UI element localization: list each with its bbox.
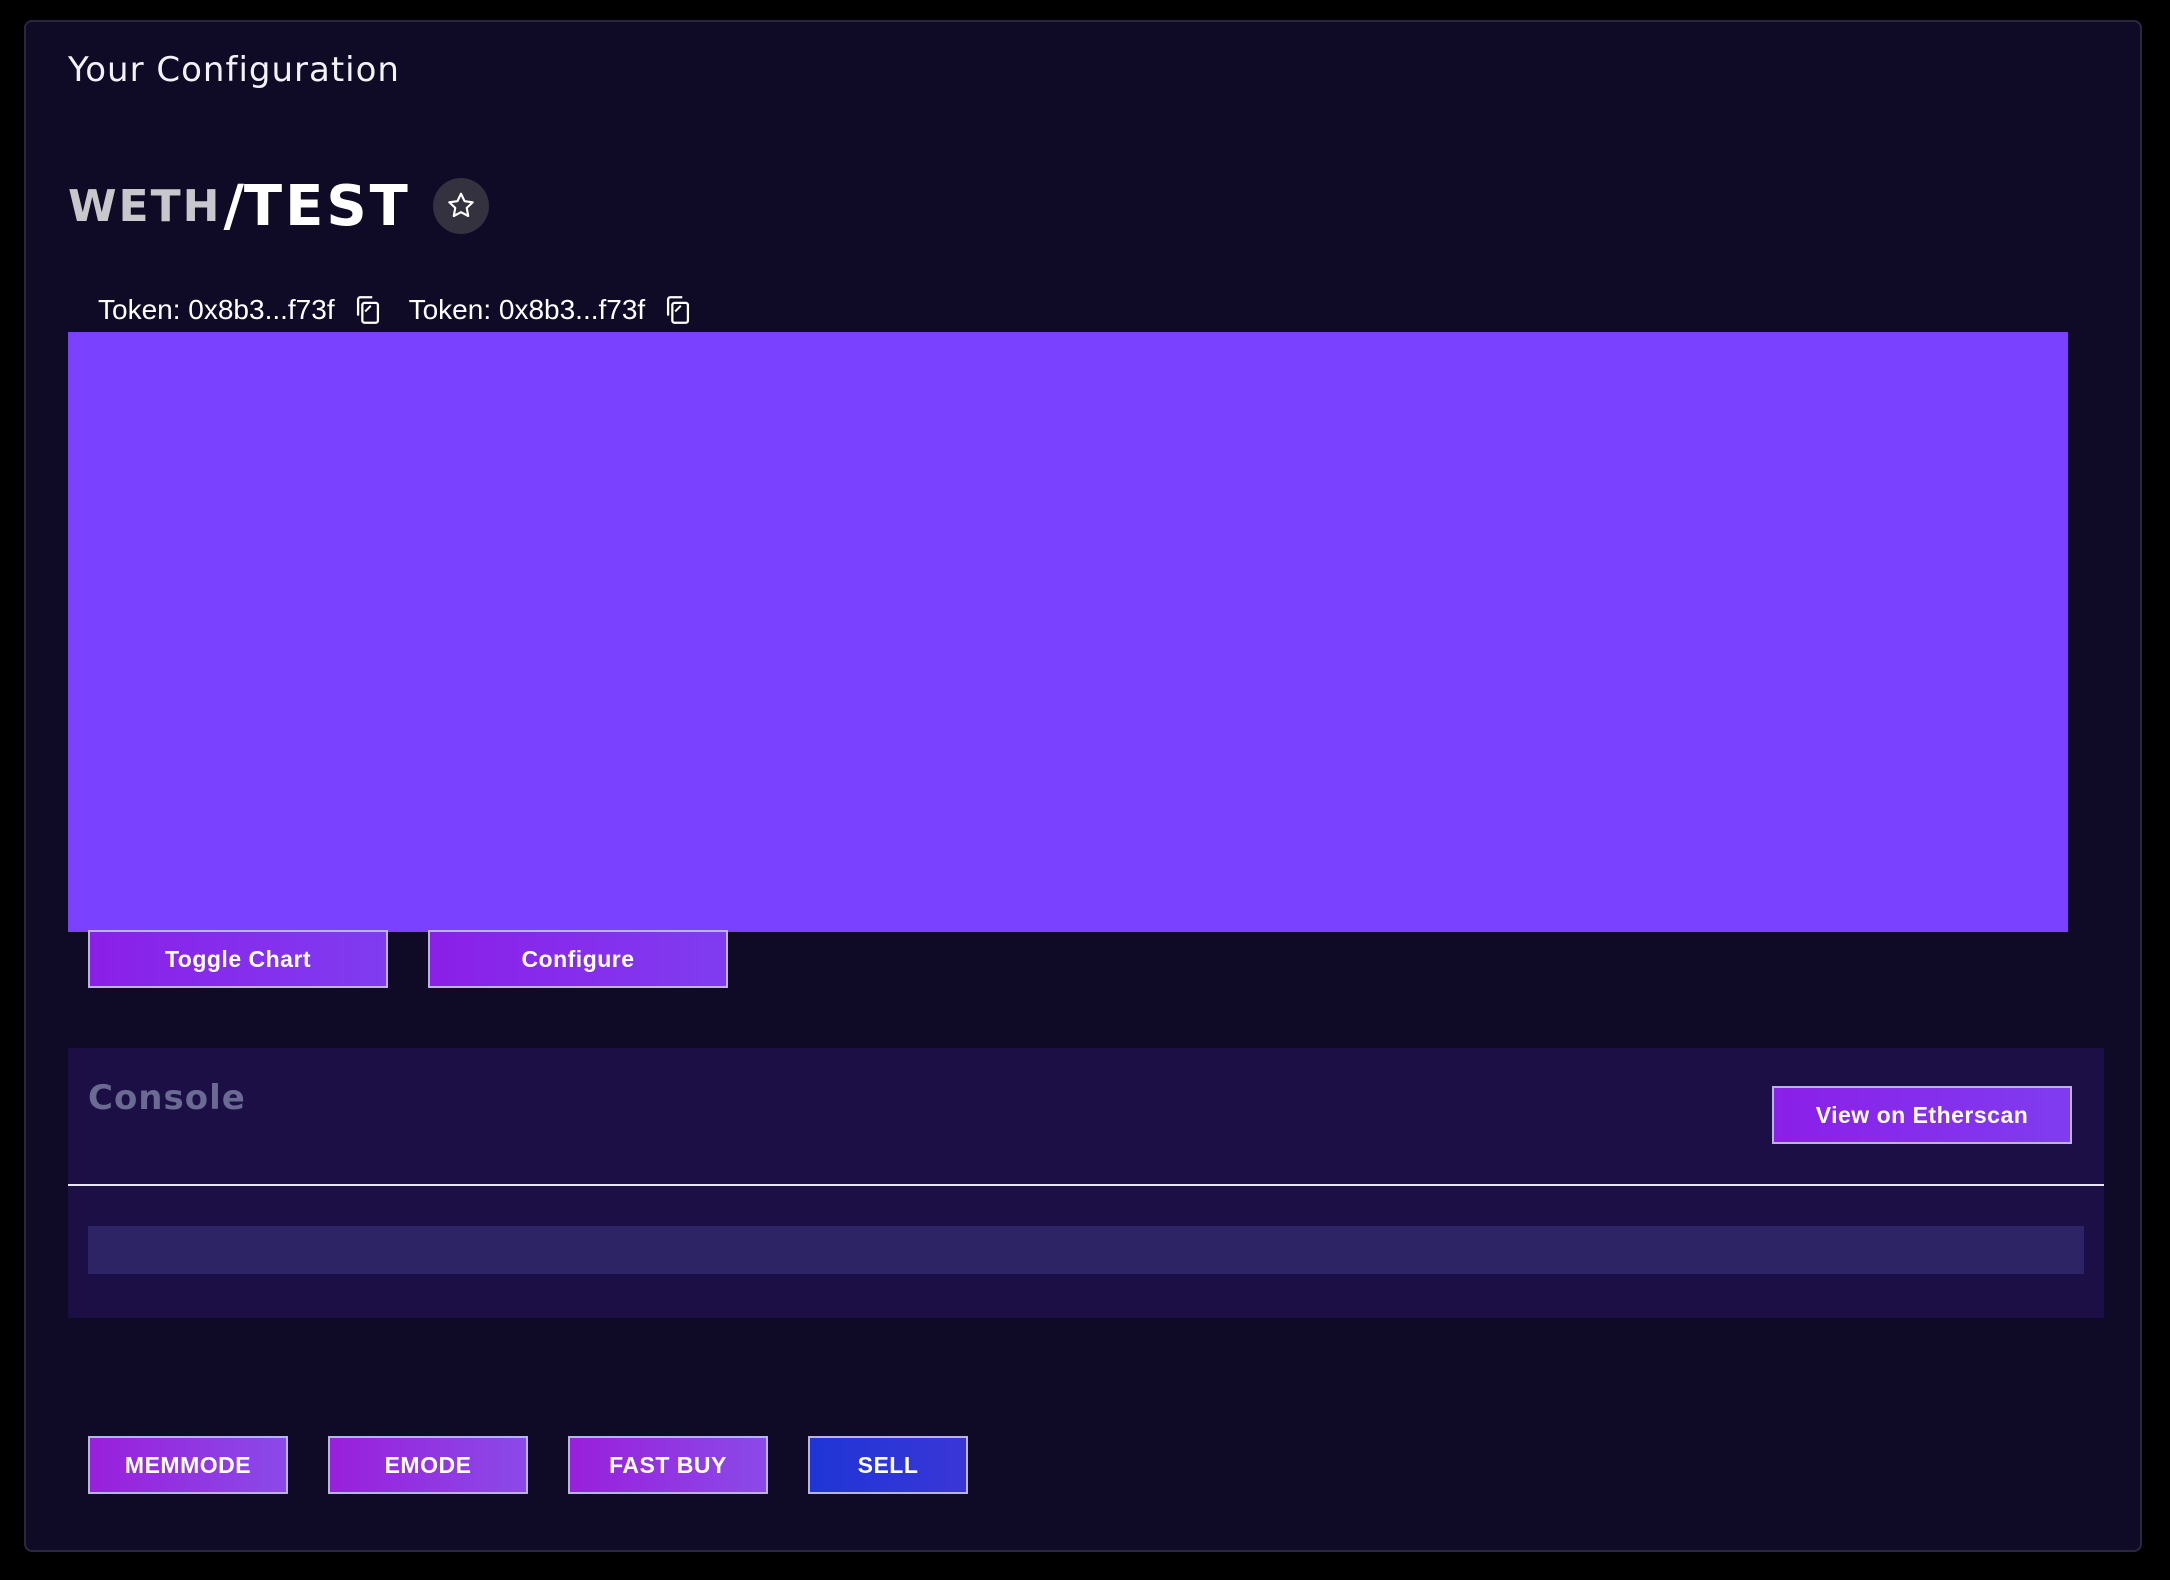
token-addresses: Token: 0x8b3...f73f Token: 0x8b3...f73f xyxy=(98,290,719,330)
price-chart-area[interactable] xyxy=(68,332,2068,932)
console-panel: Console View on Etherscan xyxy=(68,1048,2104,1318)
trading-pair: WETH / TEST xyxy=(68,170,489,242)
token-address-item: Token: 0x8b3...f73f xyxy=(409,293,696,327)
page-title: Your Configuration xyxy=(68,50,400,90)
favorite-button[interactable] xyxy=(432,178,489,234)
pair-separator: / xyxy=(223,173,244,239)
token-address-item: Token: 0x8b3...f73f xyxy=(98,293,385,327)
toggle-chart-button[interactable]: Toggle Chart xyxy=(88,930,388,988)
token-address-label: Token: 0x8b3...f73f xyxy=(408,294,646,325)
console-log-output xyxy=(88,1226,2084,1274)
token-address-label: Token: 0x8b3...f73f xyxy=(98,294,335,325)
configuration-panel: Your Configuration WETH / TEST Token: 0x… xyxy=(24,20,2142,1552)
pair-base-symbol: WETH xyxy=(68,180,222,232)
copy-icon[interactable] xyxy=(351,293,385,327)
memmode-button[interactable]: MEMMODE xyxy=(88,1436,288,1494)
view-on-etherscan-button[interactable]: View on Etherscan xyxy=(1772,1086,2072,1144)
pair-quote-symbol: TEST xyxy=(243,173,411,239)
star-icon xyxy=(448,192,474,218)
configure-button[interactable]: Configure xyxy=(428,930,728,988)
emode-button[interactable]: EMODE xyxy=(328,1436,528,1494)
copy-icon[interactable] xyxy=(661,293,695,327)
sell-button[interactable]: SELL xyxy=(808,1436,968,1494)
console-title: Console xyxy=(88,1078,246,1118)
console-divider xyxy=(68,1184,2104,1186)
fast-buy-button[interactable]: FAST BUY xyxy=(568,1436,768,1494)
